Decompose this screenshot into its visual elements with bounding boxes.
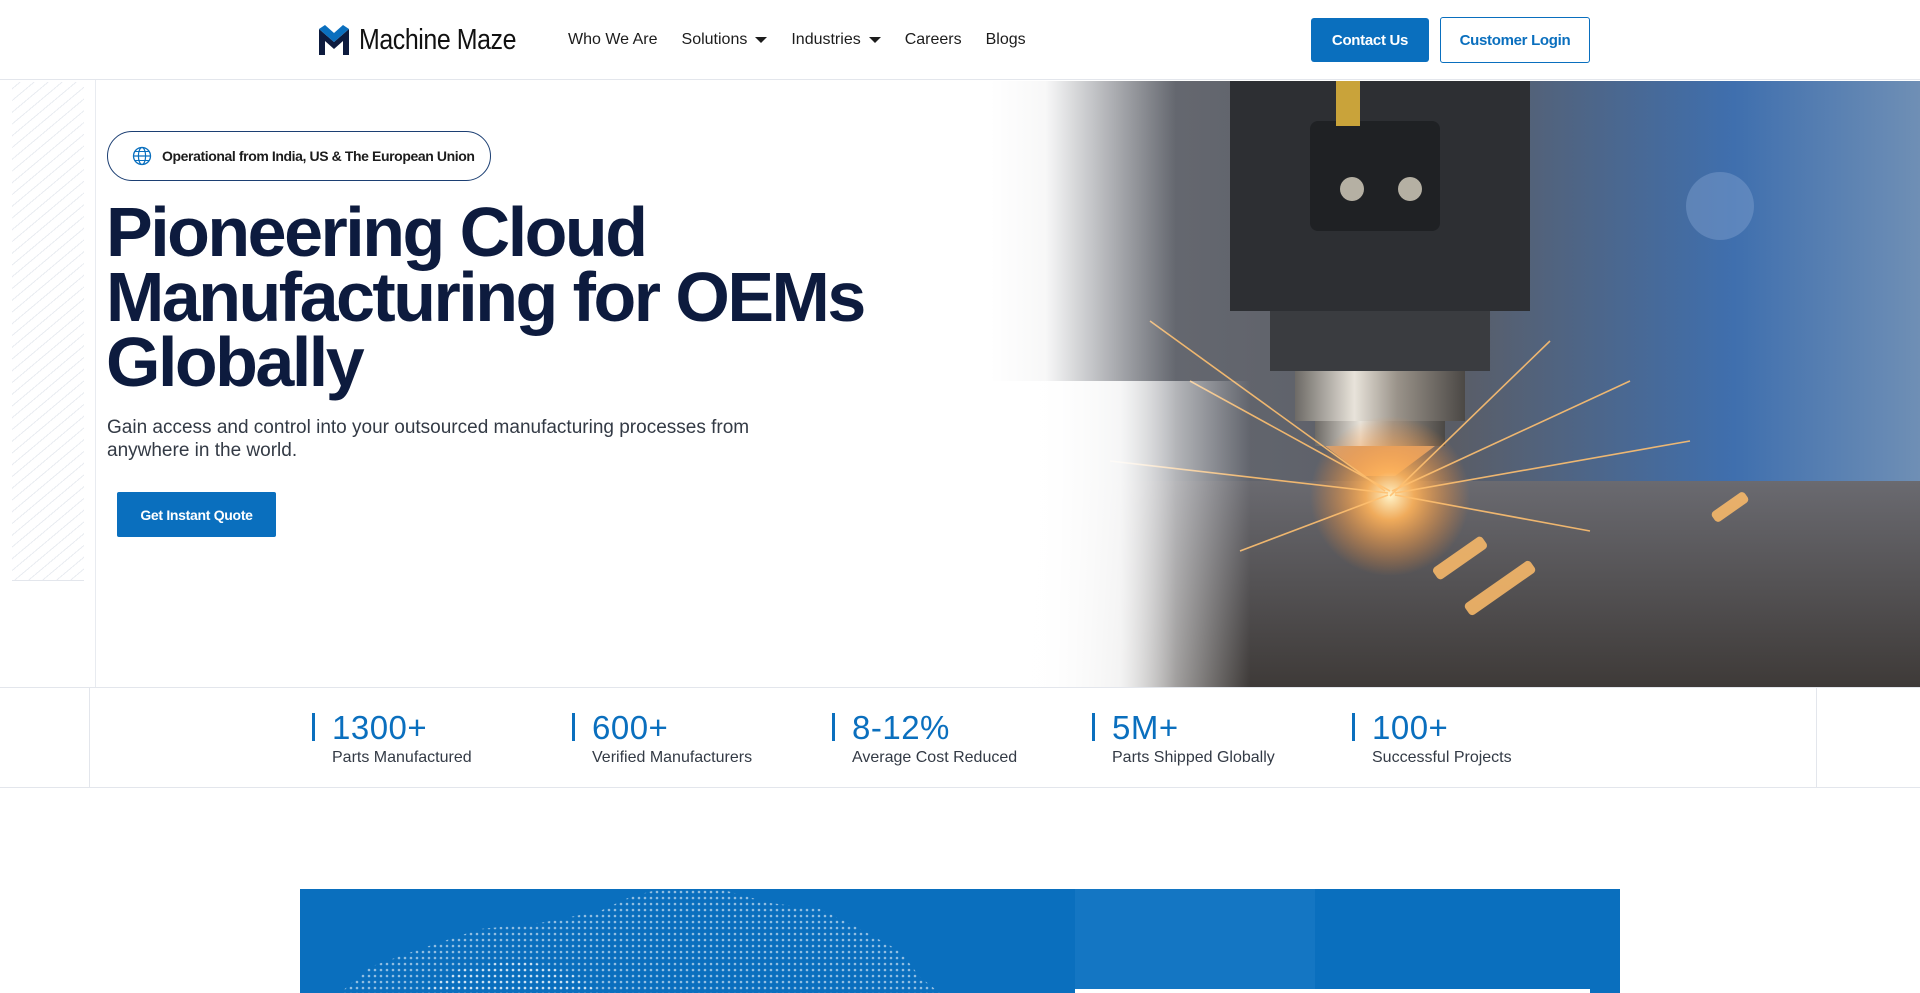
stat-value: 5M+: [1112, 709, 1179, 746]
nav-label: Solutions: [681, 31, 748, 48]
stat-value: 8-12%: [852, 709, 950, 746]
stat-accent-bar: [312, 713, 315, 741]
site-header: Machine Maze Who We Are Solutions Indust…: [0, 0, 1920, 80]
world-map-banner: [300, 889, 1620, 993]
badge-text: Operational from India, US & The Europea…: [162, 148, 475, 164]
divider: [1816, 688, 1817, 787]
stat-accent-bar: [832, 713, 835, 741]
nav-blogs[interactable]: Blogs: [986, 31, 1026, 49]
caret-down-icon: [755, 37, 768, 43]
stats-band: 1300+ Parts Manufactured 600+ Verified M…: [0, 687, 1920, 788]
stat-label: Average Cost Reduced: [852, 749, 1018, 766]
stat-value: 100+: [1372, 709, 1449, 746]
stat-accent-bar: [1092, 713, 1095, 741]
operations-badge: Operational from India, US & The Europea…: [107, 131, 491, 181]
main-nav: Who We Are Solutions Industries Careers …: [568, 26, 1050, 54]
hero-subtitle-line: anywhere in the world.: [107, 440, 298, 461]
stat-value: 600+: [592, 709, 669, 746]
nav-industries[interactable]: Industries: [791, 31, 881, 49]
stat-label: Verified Manufacturers: [592, 749, 753, 766]
hero-title: Pioneering Cloud Manufacturing for OEMs Gl…: [106, 197, 866, 397]
hero-subtitle-line: Gain access and control into your outsou…: [107, 417, 750, 438]
divider: [95, 80, 96, 687]
nav-who-we-are[interactable]: Who We Are: [568, 31, 658, 49]
stat-value: 1300+: [332, 709, 428, 746]
logo[interactable]: Machine Maze: [319, 24, 542, 56]
nav-label: Industries: [791, 31, 861, 48]
hero-image-laser-cutting: [990, 81, 1920, 687]
contact-us-button[interactable]: Contact Us: [1311, 18, 1429, 62]
stat-accent-bar: [572, 713, 575, 741]
nav-label: Who We Are: [568, 31, 658, 48]
hero-title-line: Globally: [106, 323, 365, 401]
caret-down-icon: [868, 37, 881, 43]
globe-icon: [132, 146, 152, 166]
stat-accent-bar: [1352, 713, 1355, 741]
stat-label: Successful Projects: [1372, 749, 1512, 766]
divider: [89, 688, 90, 787]
nav-label: Blogs: [985, 31, 1026, 48]
hero-subtitle: Gain access and control into your outsou…: [107, 416, 807, 462]
get-instant-quote-button[interactable]: Get Instant Quote: [117, 492, 276, 537]
world-map-dots: [340, 889, 940, 993]
customer-login-button[interactable]: Customer Login: [1440, 17, 1590, 63]
stat-label: Parts Manufactured: [332, 749, 472, 766]
logo-text: Machine Maze: [359, 24, 517, 56]
nav-careers[interactable]: Careers: [905, 31, 962, 49]
stat-label: Parts Shipped Globally: [1112, 749, 1275, 766]
nav-solutions[interactable]: Solutions: [682, 31, 768, 49]
machine-maze-logo-icon: [319, 25, 349, 55]
nav-label: Careers: [904, 31, 962, 48]
decorative-stripes: [12, 82, 84, 581]
